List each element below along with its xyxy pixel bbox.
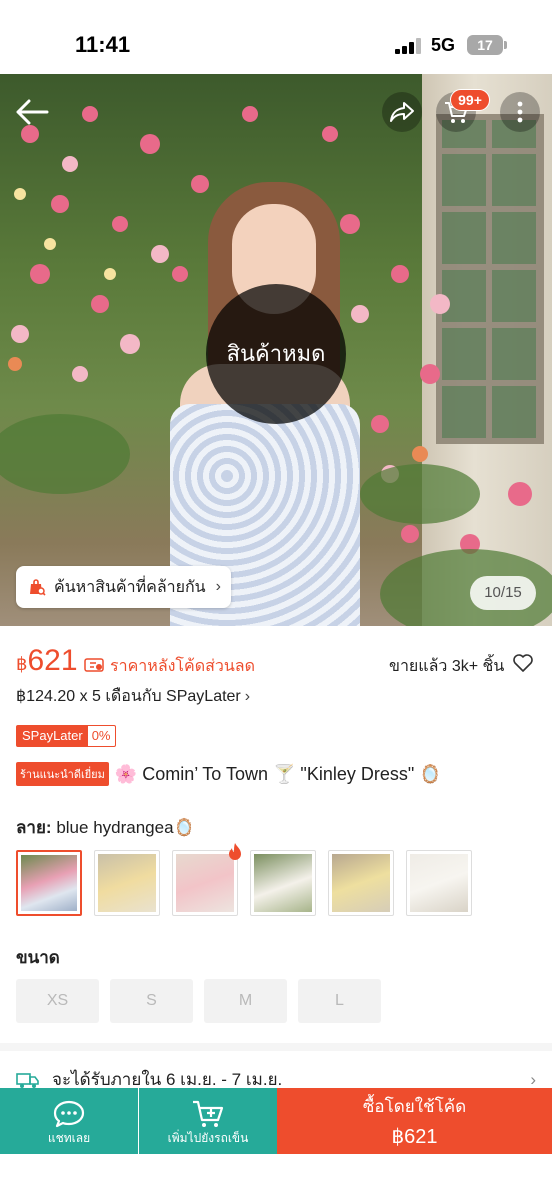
product-title-row: ร้านแนะนำดีเยี่ยม 🌸 Comin’ To Town 🍸 "Ki…: [16, 762, 442, 786]
installment-text: ฿124.20 x 5 เดือนกับ SPayLater: [16, 688, 241, 705]
size-label: ขนาด: [16, 948, 60, 967]
price-currency: ฿: [16, 654, 28, 674]
image-counter: 10/15: [470, 576, 536, 610]
section-divider: [0, 1043, 552, 1051]
price-amount: 621: [27, 644, 78, 677]
find-similar-button[interactable]: ค้นหาสินค้าที่คล้ายกัน ›: [16, 566, 231, 608]
back-button[interactable]: [12, 92, 52, 132]
size-option-xs[interactable]: XS: [16, 979, 99, 1023]
product-title: 🌸 Comin’ To Town 🍸 "Kinley Dress" 🪞: [114, 763, 442, 784]
heart-icon[interactable]: [512, 652, 534, 674]
sold-out-overlay: สินค้าหมด: [206, 284, 346, 424]
search-bag-icon: [30, 579, 46, 596]
size-options: XS S M L: [16, 979, 381, 1023]
installment-link[interactable]: ฿124.20 x 5 เดือนกับ SPayLater ›: [16, 684, 250, 709]
chevron-right-icon: ›: [215, 578, 221, 595]
share-button[interactable]: [382, 92, 422, 132]
network-label: 5G: [431, 35, 456, 55]
spaylater-badge: SPayLater 0%: [16, 725, 116, 747]
spaylater-rate: 0%: [91, 728, 111, 743]
variant-thumbnails: [16, 850, 472, 916]
truck-icon: [16, 1072, 39, 1088]
home-indicator-area: [0, 1154, 552, 1200]
add-to-cart-label: เพิ่มไปยังรถเข็น: [167, 1131, 249, 1145]
add-to-cart-icon: [193, 1100, 224, 1127]
more-vertical-icon: [517, 101, 523, 123]
spaylater-label: SPayLater: [17, 726, 88, 746]
variant-thumbnail[interactable]: [94, 850, 160, 916]
back-arrow-icon: [16, 99, 49, 125]
bottom-action-bar: แชทเลย เพิ่มไปยังรถเข็น ซื้อโดยใช้โค้ด ฿…: [0, 1088, 552, 1154]
sold-count: ขายแล้ว 3k+ ชิ้น: [389, 658, 505, 675]
chevron-right-icon: ›: [244, 688, 251, 705]
more-options-button[interactable]: [500, 92, 540, 132]
variant-thumbnail[interactable]: [16, 850, 82, 916]
buy-price: ฿621: [391, 1126, 438, 1148]
buy-label: ซื้อโดยใช้โค้ด: [362, 1097, 467, 1116]
price: ฿621: [16, 644, 78, 678]
find-similar-label: ค้นหาสินค้าที่คล้ายกัน: [54, 578, 206, 596]
cart-count-badge: 99+: [450, 89, 490, 111]
size-option-l[interactable]: L: [298, 979, 381, 1023]
chat-label: แชทเลย: [47, 1131, 91, 1145]
share-icon: [390, 102, 414, 122]
variant-thumbnail[interactable]: [328, 850, 394, 916]
variant-label-key: ลาย:: [16, 818, 52, 837]
voucher-icon: [84, 658, 104, 672]
battery-tip: [504, 41, 507, 49]
chevron-right-icon: ›: [530, 1069, 536, 1089]
variant-label: ลาย: blue hydrangea🪞: [16, 814, 195, 841]
variant-thumbnail[interactable]: [250, 850, 316, 916]
add-to-cart-button[interactable]: เพิ่มไปยังรถเข็น: [139, 1088, 277, 1154]
variant-value: blue hydrangea🪞: [56, 818, 195, 837]
chat-button[interactable]: แชทเลย: [0, 1088, 138, 1154]
status-time: 11:41: [75, 32, 131, 57]
price-note: ราคาหลังโค้ดส่วนลด: [110, 658, 255, 675]
variant-thumbnail[interactable]: [406, 850, 472, 916]
status-bar: 11:41 5G 17: [0, 0, 552, 74]
signal-icon: [395, 38, 421, 54]
preferred-shop-badge: ร้านแนะนำดีเยี่ยม: [16, 762, 109, 786]
battery-icon: 17: [467, 35, 503, 55]
chat-icon: [53, 1100, 85, 1128]
fire-icon: [229, 843, 241, 860]
size-option-s[interactable]: S: [110, 979, 193, 1023]
size-option-m[interactable]: M: [204, 979, 287, 1023]
buy-with-voucher-button[interactable]: ซื้อโดยใช้โค้ด ฿621: [277, 1088, 552, 1154]
